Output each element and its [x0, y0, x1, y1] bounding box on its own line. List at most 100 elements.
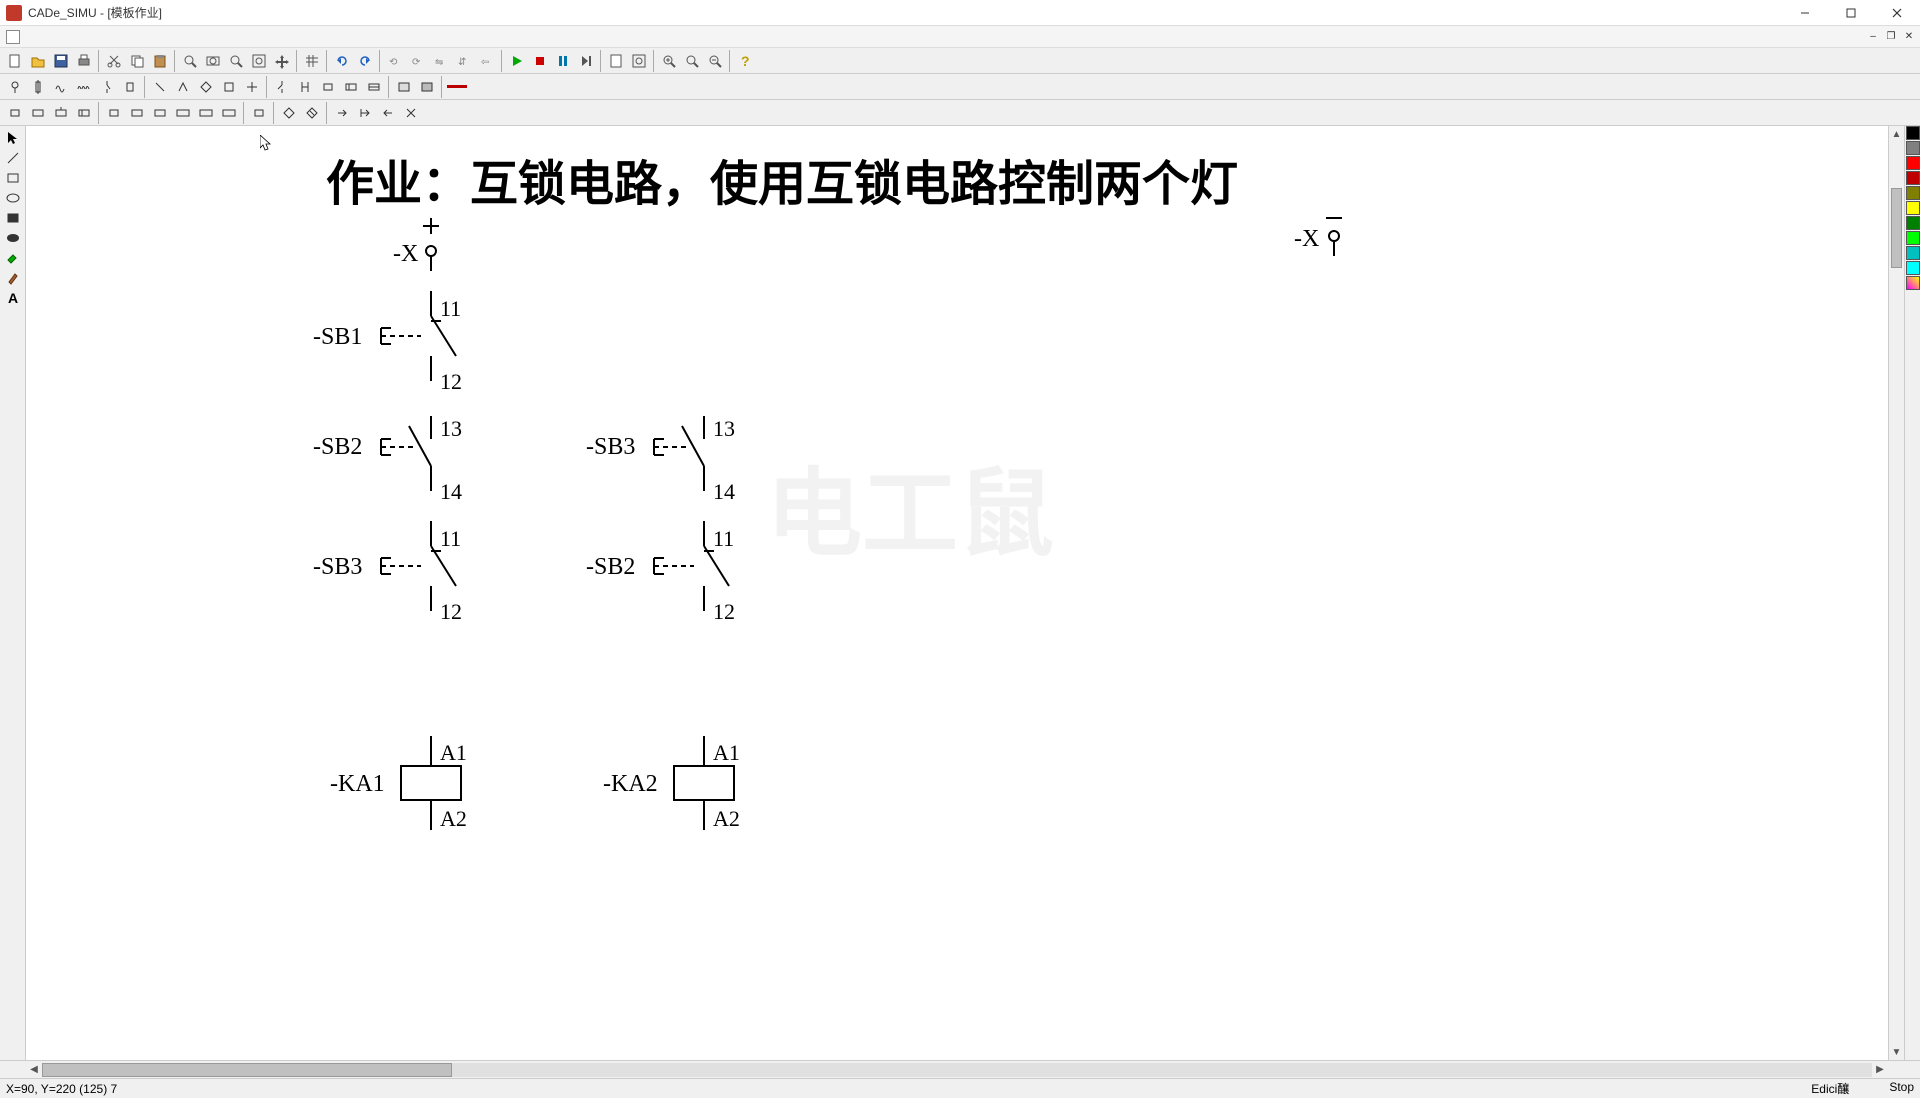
rotate-left-button[interactable]: ⟲	[384, 50, 406, 72]
zoom-window-button[interactable]	[202, 50, 224, 72]
assign-button[interactable]: ⇦	[476, 50, 498, 72]
filled-ellipse-tool-button[interactable]	[1, 228, 25, 248]
comp-sym2-button[interactable]	[27, 102, 49, 124]
mdi-minimize-button[interactable]: ‒	[1864, 29, 1882, 45]
color-cyan[interactable]	[1906, 261, 1920, 275]
save-button[interactable]	[50, 50, 72, 72]
mirror-h-button[interactable]: ⇋	[430, 50, 452, 72]
comp-timer-button[interactable]	[363, 76, 385, 98]
comp-line2-button[interactable]	[172, 76, 194, 98]
help-button[interactable]: ?	[734, 50, 756, 72]
new-file-button[interactable]	[4, 50, 26, 72]
comp-sym7-button[interactable]	[149, 102, 171, 124]
print-button[interactable]	[73, 50, 95, 72]
zoom-extents-button[interactable]	[248, 50, 270, 72]
cut-button[interactable]	[103, 50, 125, 72]
mdi-restore-button[interactable]: ❐	[1882, 29, 1900, 45]
paste-button[interactable]	[149, 50, 171, 72]
comp-sym12-button[interactable]	[278, 102, 300, 124]
vertical-scrollbar[interactable]: ▲ ▼	[1888, 126, 1904, 1060]
maximize-button[interactable]	[1828, 0, 1874, 26]
comp-sym6-button[interactable]	[126, 102, 148, 124]
horizontal-scroll-thumb[interactable]	[42, 1063, 452, 1077]
schematic-canvas[interactable]: 作业：互锁电路，使用互锁电路控制两个灯 电工鼠	[26, 126, 1888, 966]
zoom-button[interactable]	[225, 50, 247, 72]
comp-linecolor-button[interactable]	[446, 76, 468, 98]
color-lime[interactable]	[1906, 231, 1920, 245]
comp-line1-button[interactable]	[149, 76, 171, 98]
comp-sym3-button[interactable]	[50, 102, 72, 124]
zoom-out-button[interactable]	[704, 50, 726, 72]
scroll-down-button[interactable]: ▼	[1889, 1044, 1904, 1060]
mdi-close-button[interactable]: ✕	[1900, 29, 1918, 45]
text-tool-button[interactable]: A	[1, 288, 25, 308]
vertical-scroll-thumb[interactable]	[1891, 188, 1902, 268]
scroll-left-button[interactable]: ◀	[26, 1064, 42, 1075]
comp-diamond-button[interactable]	[195, 76, 217, 98]
ellipse-tool-button[interactable]	[1, 188, 25, 208]
comp-arrow3-button[interactable]	[377, 102, 399, 124]
scroll-right-button[interactable]: ▶	[1872, 1064, 1888, 1075]
comp-breaker-button[interactable]	[96, 76, 118, 98]
color-darkred[interactable]	[1906, 171, 1920, 185]
comp-sym13-button[interactable]	[301, 102, 323, 124]
zoom-in-button[interactable]	[658, 50, 680, 72]
brush-tool-button[interactable]	[1, 268, 25, 288]
rect-tool-button[interactable]	[1, 168, 25, 188]
comp-arrow4-button[interactable]	[400, 102, 422, 124]
close-button[interactable]	[1874, 0, 1920, 26]
open-file-button[interactable]	[27, 50, 49, 72]
filled-rect-tool-button[interactable]	[1, 208, 25, 228]
find-button[interactable]	[179, 50, 201, 72]
comp-block1-button[interactable]	[393, 76, 415, 98]
run-button[interactable]	[506, 50, 528, 72]
color-multi[interactable]	[1906, 276, 1920, 290]
comp-disconnect-button[interactable]	[119, 76, 141, 98]
page-setup-button[interactable]	[605, 50, 627, 72]
comp-sym9-button[interactable]	[195, 102, 217, 124]
line-tool-button[interactable]	[1, 148, 25, 168]
rotate-right-button[interactable]: ⟳	[407, 50, 429, 72]
step-button[interactable]	[575, 50, 597, 72]
comp-cross-button[interactable]	[241, 76, 263, 98]
comp-block2-button[interactable]	[416, 76, 438, 98]
color-gray[interactable]	[1906, 141, 1920, 155]
color-teal[interactable]	[1906, 246, 1920, 260]
redo-button[interactable]	[354, 50, 376, 72]
comp-contact-no-button[interactable]	[271, 76, 293, 98]
undo-button[interactable]	[331, 50, 353, 72]
zoom-fit-button[interactable]	[681, 50, 703, 72]
horizontal-scrollbar[interactable]: ◀ ▶	[26, 1061, 1888, 1078]
comp-wiggle-button[interactable]	[50, 76, 72, 98]
stop-button[interactable]	[529, 50, 551, 72]
color-red[interactable]	[1906, 156, 1920, 170]
comp-fuse-button[interactable]	[27, 76, 49, 98]
scroll-up-button[interactable]: ▲	[1889, 126, 1904, 142]
color-black[interactable]	[1906, 126, 1920, 140]
pan-button[interactable]	[271, 50, 293, 72]
comp-relay-button[interactable]	[340, 76, 362, 98]
comp-sym8-button[interactable]	[172, 102, 194, 124]
comp-arrow1-button[interactable]	[331, 102, 353, 124]
color-yellow[interactable]	[1906, 201, 1920, 215]
color-olive[interactable]	[1906, 186, 1920, 200]
pointer-tool-button[interactable]	[1, 128, 25, 148]
document-icon[interactable]	[6, 30, 20, 44]
comp-terminal-button[interactable]	[4, 76, 26, 98]
comp-square-button[interactable]	[218, 76, 240, 98]
comp-sym1-button[interactable]	[4, 102, 26, 124]
configure-button[interactable]	[628, 50, 650, 72]
canvas-area[interactable]: 作业：互锁电路，使用互锁电路控制两个灯 电工鼠	[26, 126, 1888, 1060]
paint-tool-button[interactable]	[1, 248, 25, 268]
comp-sym11-button[interactable]	[248, 102, 270, 124]
comp-contact-nc-button[interactable]	[294, 76, 316, 98]
comp-sym5-button[interactable]	[103, 102, 125, 124]
comp-sym4-button[interactable]	[73, 102, 95, 124]
minimize-button[interactable]	[1782, 0, 1828, 26]
mirror-v-button[interactable]: ⇵	[453, 50, 475, 72]
comp-3phase-button[interactable]	[73, 76, 95, 98]
comp-arrow2-button[interactable]	[354, 102, 376, 124]
color-green[interactable]	[1906, 216, 1920, 230]
pause-button[interactable]	[552, 50, 574, 72]
grid-button[interactable]	[301, 50, 323, 72]
